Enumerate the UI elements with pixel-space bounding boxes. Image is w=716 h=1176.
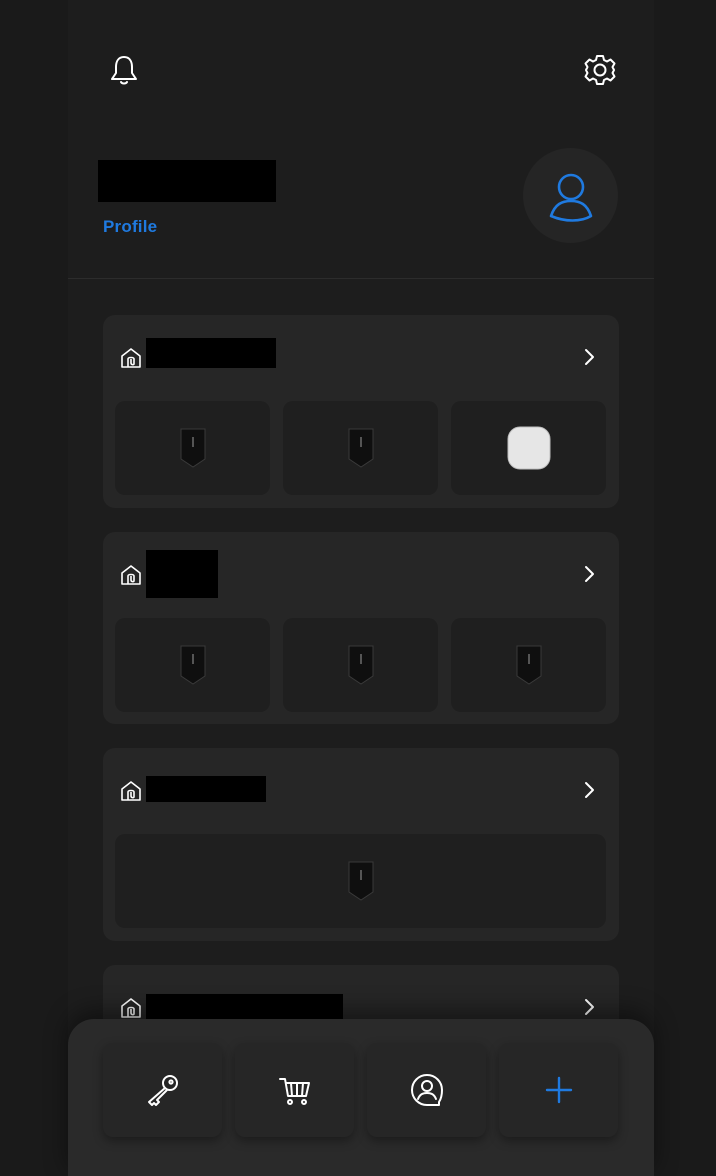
cart-icon (278, 1078, 310, 1105)
home-icon (121, 565, 141, 585)
profile-link[interactable]: Profile (103, 217, 157, 237)
divider (68, 278, 654, 279)
device-tile-charger[interactable] (451, 618, 606, 712)
site-header[interactable] (103, 315, 619, 399)
chevron-right-icon (585, 566, 594, 582)
device-tile-hub[interactable] (451, 401, 606, 495)
charger-icon (180, 645, 205, 685)
service-button[interactable] (103, 1043, 222, 1137)
shop-button[interactable] (235, 1043, 354, 1137)
home-icon (121, 348, 141, 368)
gear-icon (584, 55, 616, 85)
device-tile-charger[interactable] (115, 401, 270, 495)
notifications-button[interactable] (104, 50, 144, 90)
site-name-redacted (146, 994, 343, 1020)
chevron-right-icon (585, 782, 594, 798)
site-card (103, 748, 619, 941)
settings-button[interactable] (580, 50, 620, 90)
app-screen: Profile (68, 0, 654, 1176)
site-header[interactable] (103, 532, 619, 616)
chevron-right-icon (585, 999, 594, 1015)
support-icon (410, 1074, 443, 1106)
bottom-nav (68, 1019, 654, 1176)
site-name-redacted (146, 776, 266, 802)
device-tile-charger[interactable] (115, 834, 606, 928)
bell-icon (111, 56, 137, 85)
home-icon (121, 781, 141, 801)
avatar-button[interactable] (523, 148, 618, 243)
home-icon (121, 998, 141, 1018)
site-name-redacted (146, 338, 276, 368)
site-card (103, 315, 619, 508)
chevron-right-icon (585, 349, 594, 365)
device-tile-charger[interactable] (283, 618, 438, 712)
user-icon (549, 173, 592, 222)
user-name-redacted (98, 160, 276, 202)
device-tile-charger[interactable] (115, 618, 270, 712)
add-button[interactable] (499, 1043, 618, 1137)
device-tile-charger[interactable] (283, 401, 438, 495)
charger-icon (348, 861, 373, 901)
site-card (103, 532, 619, 724)
profile-header: Profile (68, 140, 654, 278)
site-name-redacted (146, 550, 218, 598)
wrench-icon (147, 1075, 178, 1106)
support-button[interactable] (367, 1043, 486, 1137)
site-header[interactable] (103, 748, 619, 832)
charger-icon (516, 645, 541, 685)
plus-icon (545, 1076, 572, 1104)
hub-icon (507, 426, 550, 470)
charger-icon (348, 428, 373, 468)
charger-icon (180, 428, 205, 468)
charger-icon (348, 645, 373, 685)
